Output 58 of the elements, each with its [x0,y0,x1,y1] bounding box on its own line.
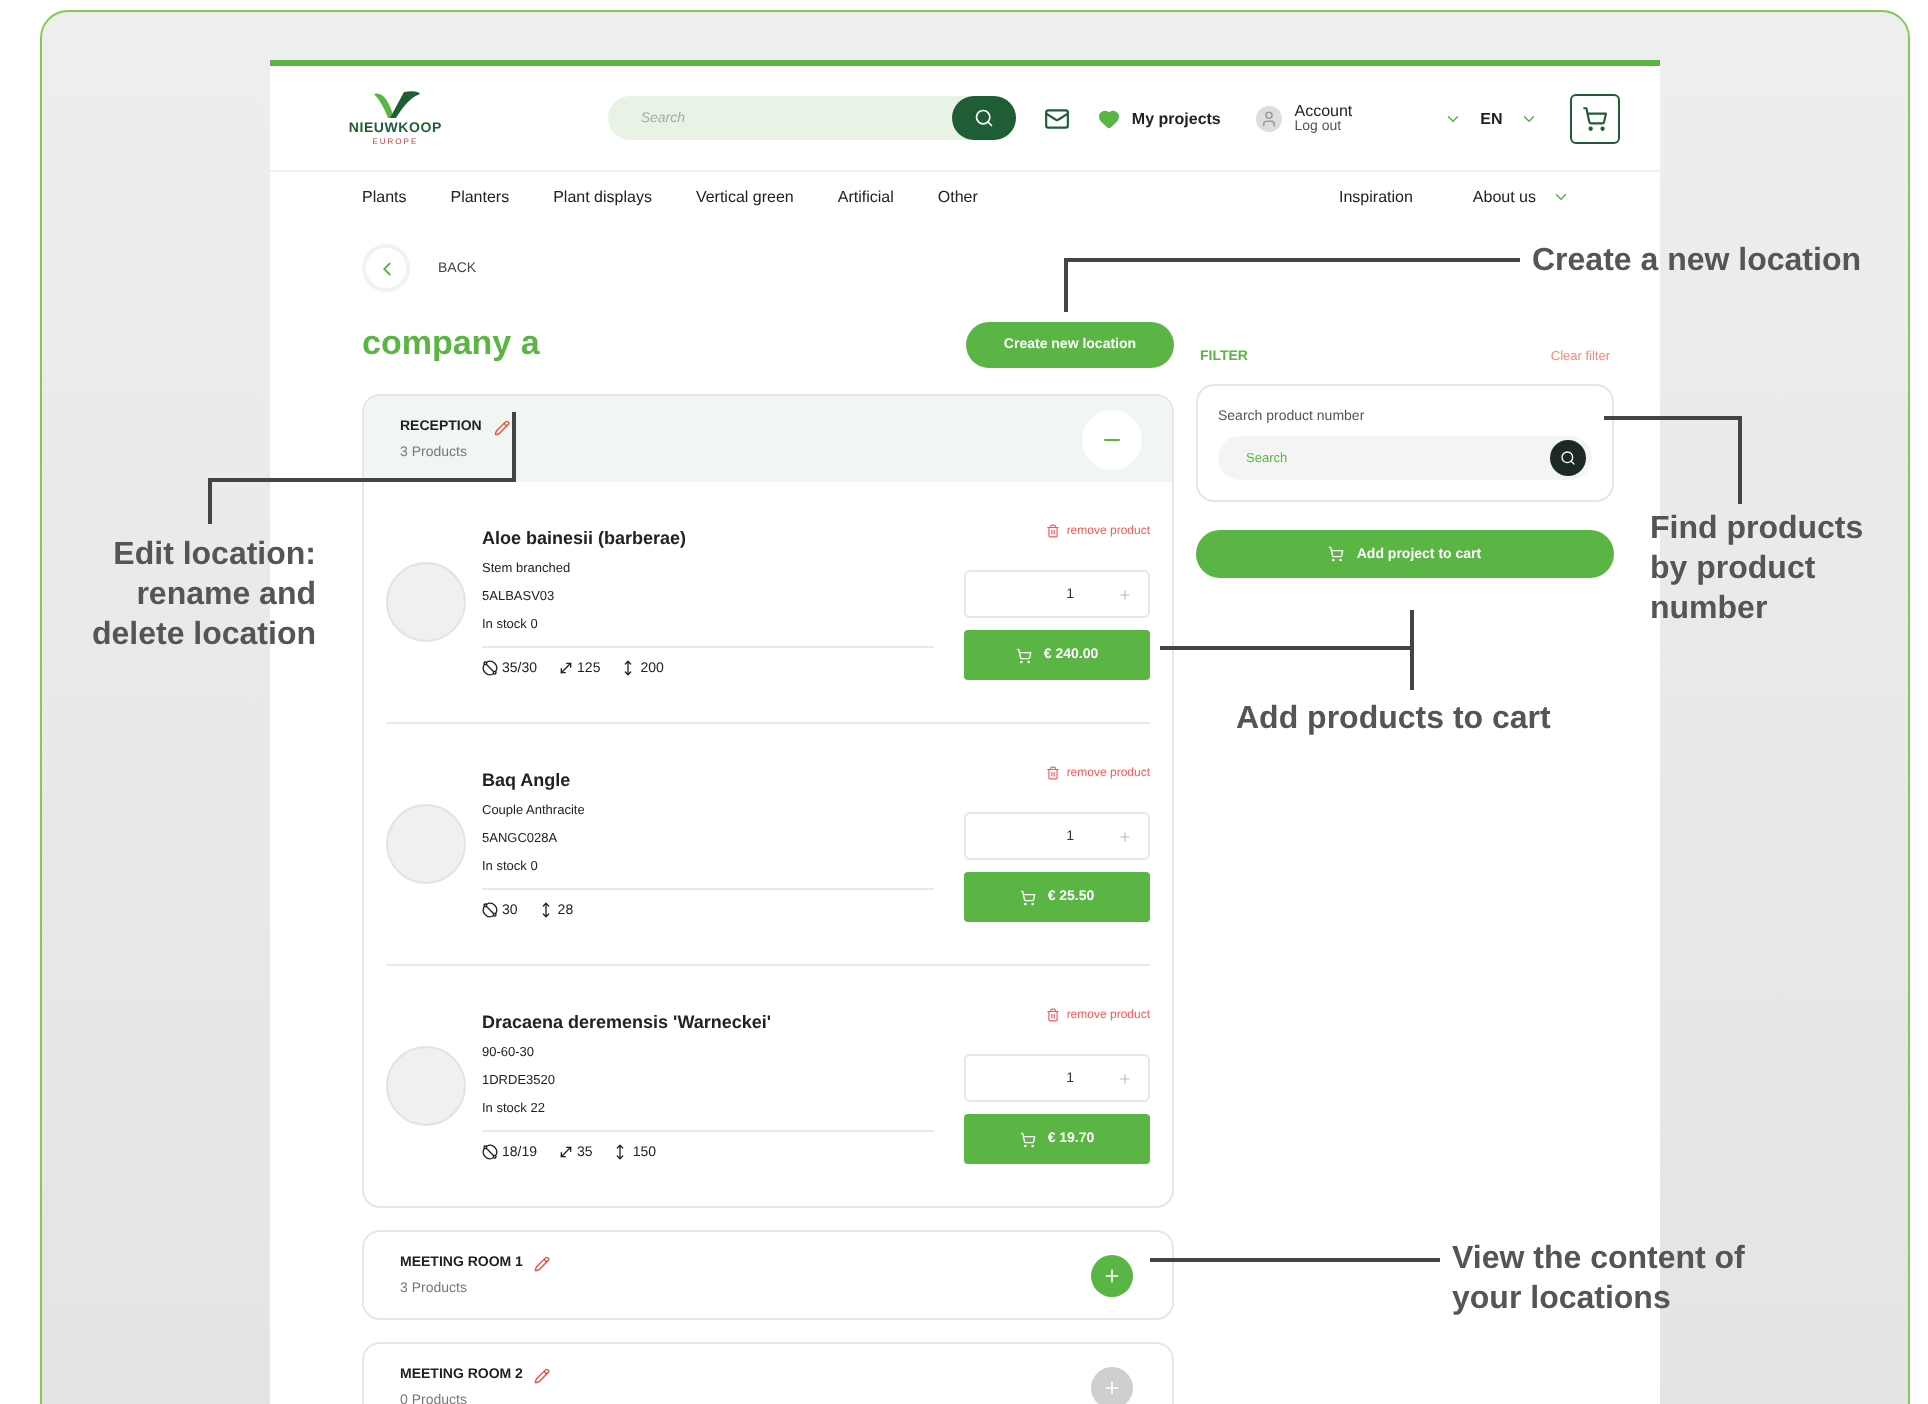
page-title: company a [362,324,540,364]
nav-item[interactable]: Vertical green [695,187,794,205]
pencil-icon[interactable] [493,419,510,435]
mail-icon[interactable] [1043,105,1070,131]
nav-item[interactable]: Artificial [837,187,894,205]
expand-button[interactable] [1091,1254,1133,1296]
heart-icon[interactable] [1097,107,1120,129]
nav-item[interactable]: Plant displays [553,187,652,205]
nav-item[interactable]: Inspiration [1339,187,1413,205]
cart-icon [1019,889,1036,905]
pencil-icon[interactable] [534,1255,551,1271]
vertical-arrow-icon [620,660,637,676]
photo-placeholder [386,1046,466,1126]
cart-icon [1582,105,1609,131]
diagonal-arrow-icon [557,1144,574,1160]
vertical-arrow-icon [537,902,554,918]
diameter-icon [482,902,498,918]
search-icon [973,108,994,128]
my-projects-link[interactable]: My projects [1131,109,1221,127]
diameter-icon [482,660,498,676]
product-name: Dracaena deremensis 'Warneckei' [482,1012,774,1032]
annotation-text: View the content of your locations [1452,1240,1747,1320]
plus-icon [1102,1265,1122,1285]
nav-item[interactable]: Other [937,187,978,205]
leaf-logo-icon [369,90,422,122]
nav-item[interactable]: Planters [450,187,510,205]
search-icon [1560,450,1576,466]
plus-icon [1118,587,1132,601]
trash-icon [1046,524,1061,538]
plus-icon [1102,1377,1122,1397]
account-label: Account [1294,103,1353,119]
product-name: Aloe bainesii (barberae) [482,528,689,548]
leader-line [1604,416,1742,504]
search-button[interactable] [951,96,1016,140]
plus-icon [1118,1071,1132,1085]
annotation-text: Create a new location [1532,242,1863,282]
cart-icon [1015,647,1032,663]
product-name: Baq Angle [482,770,573,790]
nav-item[interactable]: Plants [362,187,407,205]
annotation-text: Add products to cart [1236,700,1553,740]
vertical-arrow-icon [612,1144,629,1160]
cart-icon [1328,546,1345,562]
avatar-icon [1256,105,1283,131]
nav-item[interactable]: About us [1472,187,1570,205]
trash-icon [1046,766,1061,780]
annotation-text: Edit location: rename and delete location [89,536,316,656]
diagonal-arrow-icon [557,660,574,676]
language-selector[interactable]: EN [1480,109,1503,127]
cart-icon [1019,1131,1036,1147]
cart-button[interactable] [1570,93,1620,143]
photo-placeholder [386,562,466,642]
annotation-text: Find products by product number [1650,510,1866,630]
trash-icon [1046,1008,1061,1022]
search-button[interactable] [1550,440,1586,476]
photo-placeholder [386,804,466,884]
diameter-icon [482,1144,498,1160]
pencil-icon[interactable] [534,1367,551,1383]
plus-icon [1118,829,1132,843]
